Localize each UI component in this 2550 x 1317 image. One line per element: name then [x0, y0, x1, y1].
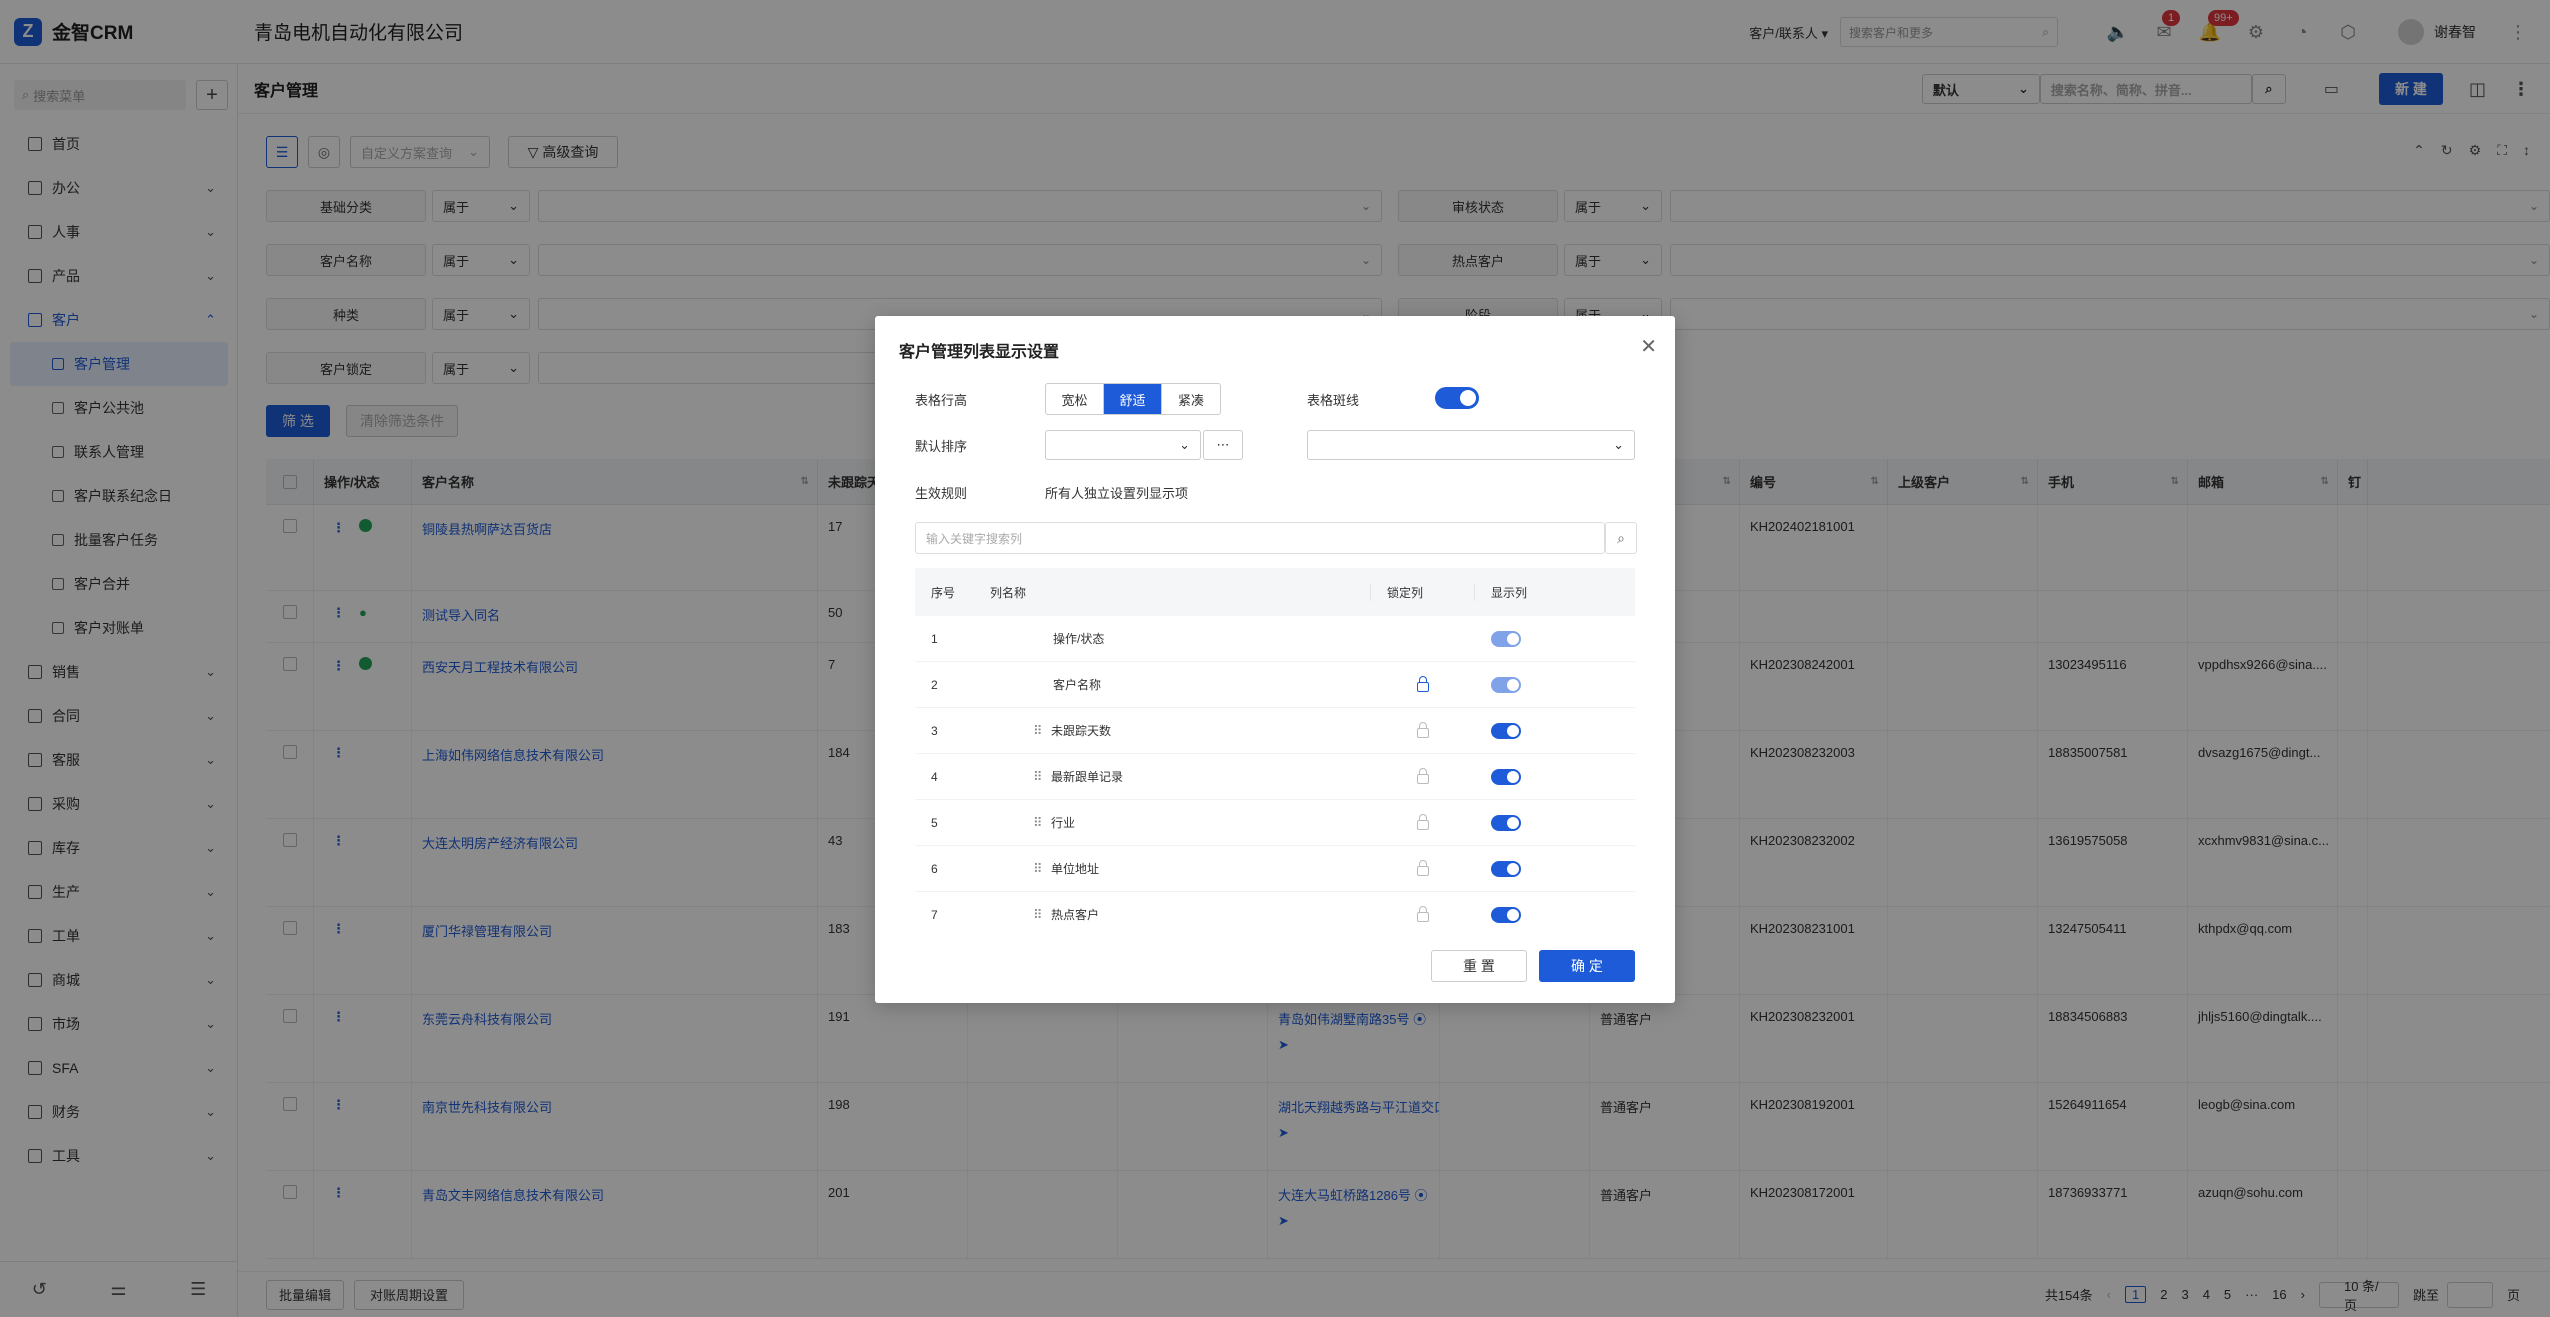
header-index: 序号: [931, 585, 956, 600]
show-cell: [1475, 768, 1521, 785]
lock-cell: [1371, 905, 1475, 922]
column-name-text: 热点客户: [1051, 908, 1100, 922]
lock-cell: [1371, 767, 1475, 784]
column-list-body: 1 操作/状态 2 客户名称 3 ⠿ 未跟踪天数 4 ⠿ 最新跟单记录 5 ⠿ 行业 6 ⠿ 单位地址 7 ⠿ 热点…: [915, 616, 1635, 928]
row-height-option-loose[interactable]: 宽松: [1046, 384, 1104, 414]
lock-icon[interactable]: [1417, 675, 1429, 692]
close-icon[interactable]: ✕: [1640, 334, 1657, 359]
show-cell: [1475, 676, 1521, 693]
show-column-toggle[interactable]: [1491, 768, 1521, 785]
lock-cell: [1371, 813, 1475, 830]
column-name-text: 未跟踪天数: [1051, 724, 1112, 738]
show-column-toggle[interactable]: [1491, 860, 1521, 877]
drag-handle-icon[interactable]: ⠿: [1033, 723, 1051, 739]
column-list-row: 2 客户名称: [915, 662, 1635, 708]
confirm-button[interactable]: 确 定: [1539, 950, 1635, 982]
column-name: ⠿ 最新跟单记录: [975, 768, 1371, 785]
show-column-toggle[interactable]: [1491, 630, 1521, 647]
column-list: 序号 列名称 锁定列 显示列 1 操作/状态 2 客户名称 3 ⠿ 未跟踪天数 4 ⠿ 最新跟单记…: [915, 568, 1635, 928]
column-search-input[interactable]: 输入关键字搜索列: [915, 522, 1605, 554]
show-column-toggle[interactable]: [1491, 676, 1521, 693]
column-list-row: 1 操作/状态: [915, 616, 1635, 662]
column-name: ⠿ 热点客户: [975, 906, 1371, 923]
column-index: 4: [931, 769, 938, 784]
column-list-row: 6 ⠿ 单位地址: [915, 846, 1635, 892]
lock-cell: [1371, 721, 1475, 738]
column-index: 2: [931, 677, 938, 692]
column-name-text: 行业: [1051, 816, 1076, 830]
lock-cell: [1371, 675, 1475, 692]
lock-cell: [1371, 859, 1475, 876]
more-horizontal-icon: ⋯: [1216, 437, 1230, 452]
column-name: ⠿ 单位地址: [975, 860, 1371, 877]
column-index: 6: [931, 861, 938, 876]
header-name: 列名称: [975, 583, 1371, 601]
column-name-text: 最新跟单记录: [1051, 770, 1124, 784]
show-column-toggle[interactable]: [1491, 906, 1521, 923]
zebra-label: 表格斑线: [1307, 393, 1360, 408]
show-cell: [1475, 860, 1521, 877]
show-column-toggle[interactable]: [1491, 722, 1521, 739]
column-list-header: 序号 列名称 锁定列 显示列: [915, 568, 1635, 616]
column-list-row: 3 ⠿ 未跟踪天数: [915, 708, 1635, 754]
show-cell: [1475, 906, 1521, 923]
chevron-down-icon: ⌄: [1613, 437, 1624, 452]
unlock-icon[interactable]: [1417, 859, 1429, 876]
show-cell: [1475, 722, 1521, 739]
column-list-row: 4 ⠿ 最新跟单记录: [915, 754, 1635, 800]
column-index: 3: [931, 723, 938, 738]
column-index: 7: [931, 907, 938, 922]
chevron-down-icon: ⌄: [1179, 437, 1190, 452]
rule-label: 生效规则: [915, 486, 968, 501]
rule-value: 所有人独立设置列显示项: [1045, 486, 1189, 501]
unlock-icon[interactable]: [1417, 767, 1429, 784]
drag-handle-icon[interactable]: ⠿: [1033, 769, 1051, 785]
column-name: ⠿ 行业: [975, 814, 1371, 831]
column-name: 客户名称: [975, 676, 1371, 693]
column-name-text: 单位地址: [1051, 862, 1100, 876]
column-list-row: 7 ⠿ 热点客户: [915, 892, 1635, 928]
show-cell: [1475, 630, 1521, 647]
unlock-icon[interactable]: [1417, 721, 1429, 738]
column-index: 5: [931, 815, 938, 830]
header-show: 显示列: [1491, 585, 1528, 600]
drag-handle-icon[interactable]: ⠿: [1033, 815, 1051, 831]
header-lock: 锁定列: [1371, 583, 1475, 601]
column-name-text: 操作/状态: [1053, 632, 1105, 646]
column-list-row: 5 ⠿ 行业: [915, 800, 1635, 846]
app-root: Z 金智CRM 青岛电机自动化有限公司 客户/联系人 ▾ 搜索客户和更多 ⌕ 🔈 …: [0, 0, 2550, 1317]
drag-handle-icon[interactable]: ⠿: [1033, 861, 1051, 877]
row-height-label: 表格行高: [915, 393, 968, 408]
drag-handle-icon[interactable]: ⠿: [1033, 907, 1051, 923]
search-icon: ⌕: [1617, 529, 1625, 546]
sort-order-select[interactable]: ⌄: [1307, 430, 1635, 460]
unlock-icon[interactable]: [1417, 813, 1429, 830]
show-cell: [1475, 814, 1521, 831]
unlock-icon[interactable]: [1417, 905, 1429, 922]
sort-field-select[interactable]: ⌄: [1045, 430, 1201, 460]
column-name: 操作/状态: [975, 630, 1371, 647]
column-name: ⠿ 未跟踪天数: [975, 722, 1371, 739]
column-settings-dialog: 客户管理列表显示设置 ✕ 表格行高 宽松 舒适 紧凑 表格斑线 默认排序 ⌄ ⋯…: [875, 316, 1675, 1003]
show-column-toggle[interactable]: [1491, 814, 1521, 831]
column-name-text: 客户名称: [1053, 678, 1102, 692]
sort-more-button[interactable]: ⋯: [1203, 430, 1243, 460]
row-height-option-compact[interactable]: 紧凑: [1162, 384, 1220, 414]
column-index: 1: [931, 631, 938, 646]
column-search-button[interactable]: ⌕: [1605, 522, 1637, 554]
sort-label: 默认排序: [915, 439, 968, 454]
row-height-segment: 宽松 舒适 紧凑: [1045, 383, 1221, 415]
zebra-toggle[interactable]: [1435, 387, 1479, 409]
reset-button[interactable]: 重 置: [1431, 950, 1527, 982]
dialog-title: 客户管理列表显示设置: [899, 344, 1060, 361]
row-height-option-comfortable[interactable]: 舒适: [1104, 384, 1162, 414]
